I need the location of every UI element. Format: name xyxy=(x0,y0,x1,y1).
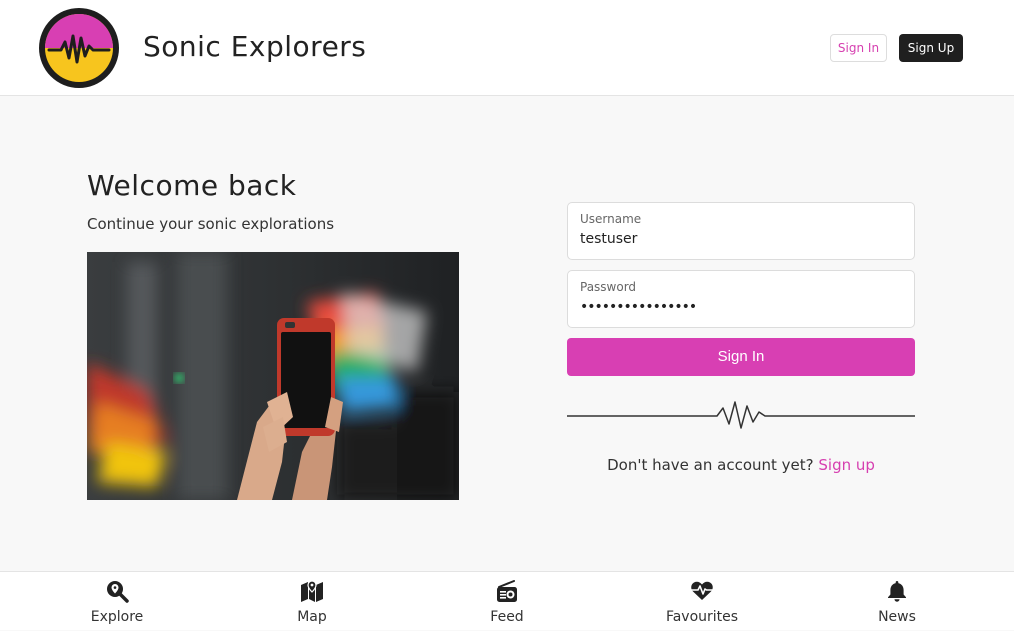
top-navbar: Sonic Explorers Sign In Sign Up xyxy=(0,0,1014,96)
nav-label-news: News xyxy=(878,609,916,625)
nav-label-favourites: Favourites xyxy=(665,609,739,625)
username-label: Username xyxy=(580,212,642,226)
nav-item-feed[interactable]: Feed xyxy=(442,572,572,631)
nav-item-news[interactable]: News xyxy=(832,572,962,631)
radio-icon xyxy=(497,580,517,602)
nav-label-explore: Explore xyxy=(90,609,144,625)
page-title: Welcome back xyxy=(87,169,297,202)
username-input[interactable]: testuser xyxy=(580,231,637,247)
password-label: Password xyxy=(580,280,637,294)
no-account-prompt: Don't have an account yet? Sign up xyxy=(567,456,915,474)
brand-title[interactable]: Sonic Explorers xyxy=(143,30,366,63)
search-location-icon xyxy=(107,581,129,603)
heartbeat-icon xyxy=(691,581,713,600)
page-subtitle: Continue your sonic explorations xyxy=(87,215,335,233)
password-input[interactable]: •••••••••••••••• xyxy=(580,299,697,315)
sign-up-link[interactable]: Sign up xyxy=(818,456,875,474)
username-field[interactable]: Username testuser xyxy=(567,202,915,260)
password-field[interactable]: Password •••••••••••••••• xyxy=(567,270,915,328)
sign-in-submit-button[interactable]: Sign In xyxy=(567,338,915,376)
nav-item-explore[interactable]: Explore xyxy=(52,572,182,631)
hero-photo-illustration xyxy=(87,252,459,500)
header-sign-up-button[interactable]: Sign Up xyxy=(899,34,963,62)
bell-icon xyxy=(888,581,906,602)
nav-item-map[interactable]: Map xyxy=(247,572,377,631)
bottom-navigation: Explore Map Feed Favourites News xyxy=(0,571,1014,630)
no-account-text: Don't have an account yet? xyxy=(607,456,819,474)
hero-photo xyxy=(87,252,459,500)
nav-label-map: Map xyxy=(297,609,327,625)
header-sign-in-button[interactable]: Sign In xyxy=(830,34,887,62)
map-icon xyxy=(301,580,323,602)
nav-item-favourites[interactable]: Favourites xyxy=(637,572,767,631)
waveform-divider xyxy=(567,401,915,429)
nav-label-feed: Feed xyxy=(490,609,524,625)
logo-icon[interactable] xyxy=(39,8,119,88)
